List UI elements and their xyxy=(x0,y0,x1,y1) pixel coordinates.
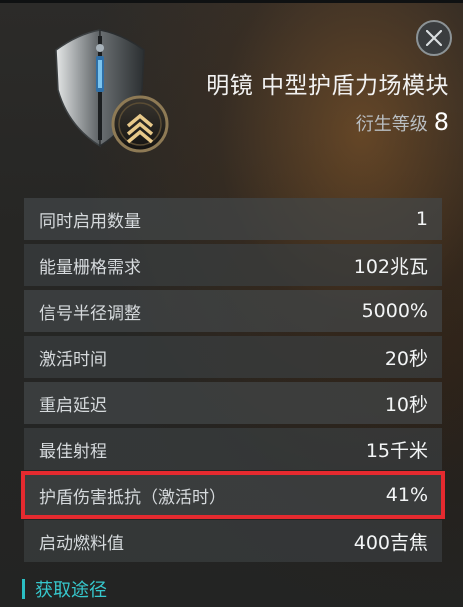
acquisition-link[interactable]: 获取途径 xyxy=(22,578,107,601)
attribute-row: 最佳射程 15千米 xyxy=(24,428,442,470)
attribute-value: 102兆瓦 xyxy=(353,255,428,278)
top-edge xyxy=(0,0,463,3)
close-icon xyxy=(426,30,442,46)
derive-level-value: 8 xyxy=(433,108,449,136)
attribute-value: 1 xyxy=(415,208,428,230)
attribute-label: 同时启用数量 xyxy=(39,211,141,232)
shield-module-icon xyxy=(55,29,169,153)
attribute-row: 信号半径调整 5000% xyxy=(24,290,442,332)
attribute-value: 400吉焦 xyxy=(353,531,428,554)
attribute-value: 10秒 xyxy=(384,393,428,416)
attribute-row-highlighted: 护盾伤害抵抗（激活时） 41% xyxy=(21,471,445,519)
attribute-row: 能量栅格需求 102兆瓦 xyxy=(24,244,442,286)
attribute-label: 启动燃料值 xyxy=(39,533,124,554)
attribute-value: 5000% xyxy=(361,300,428,322)
attribute-row: 激活时间 20秒 xyxy=(24,336,442,378)
attribute-label: 能量栅格需求 xyxy=(39,257,141,278)
attribute-label: 最佳射程 xyxy=(39,441,107,462)
attribute-row: 启动燃料值 400吉焦 xyxy=(24,520,442,562)
attribute-label: 重启延迟 xyxy=(39,395,107,416)
close-button[interactable] xyxy=(416,20,452,56)
item-title: 明镜 中型护盾力场模块 xyxy=(206,73,449,99)
attribute-label: 信号半径调整 xyxy=(39,303,141,324)
attribute-list: 同时启用数量 1 能量栅格需求 102兆瓦 信号半径调整 5000% 激活时间 … xyxy=(21,198,445,566)
derive-level-label: 衍生等级 xyxy=(355,114,428,135)
attribute-label: 护盾伤害抵抗（激活时） xyxy=(39,487,226,508)
attribute-value: 20秒 xyxy=(384,347,428,370)
derive-level-row: 衍生等级 8 xyxy=(356,108,449,136)
accent-bar xyxy=(22,579,25,599)
attribute-value: 15千米 xyxy=(365,439,428,462)
attribute-row: 同时启用数量 1 xyxy=(24,198,442,240)
attribute-label: 激活时间 xyxy=(39,349,107,370)
attribute-value: 41% xyxy=(385,484,428,506)
acquisition-label: 获取途径 xyxy=(35,580,107,601)
attribute-row: 重启延迟 10秒 xyxy=(24,382,442,424)
